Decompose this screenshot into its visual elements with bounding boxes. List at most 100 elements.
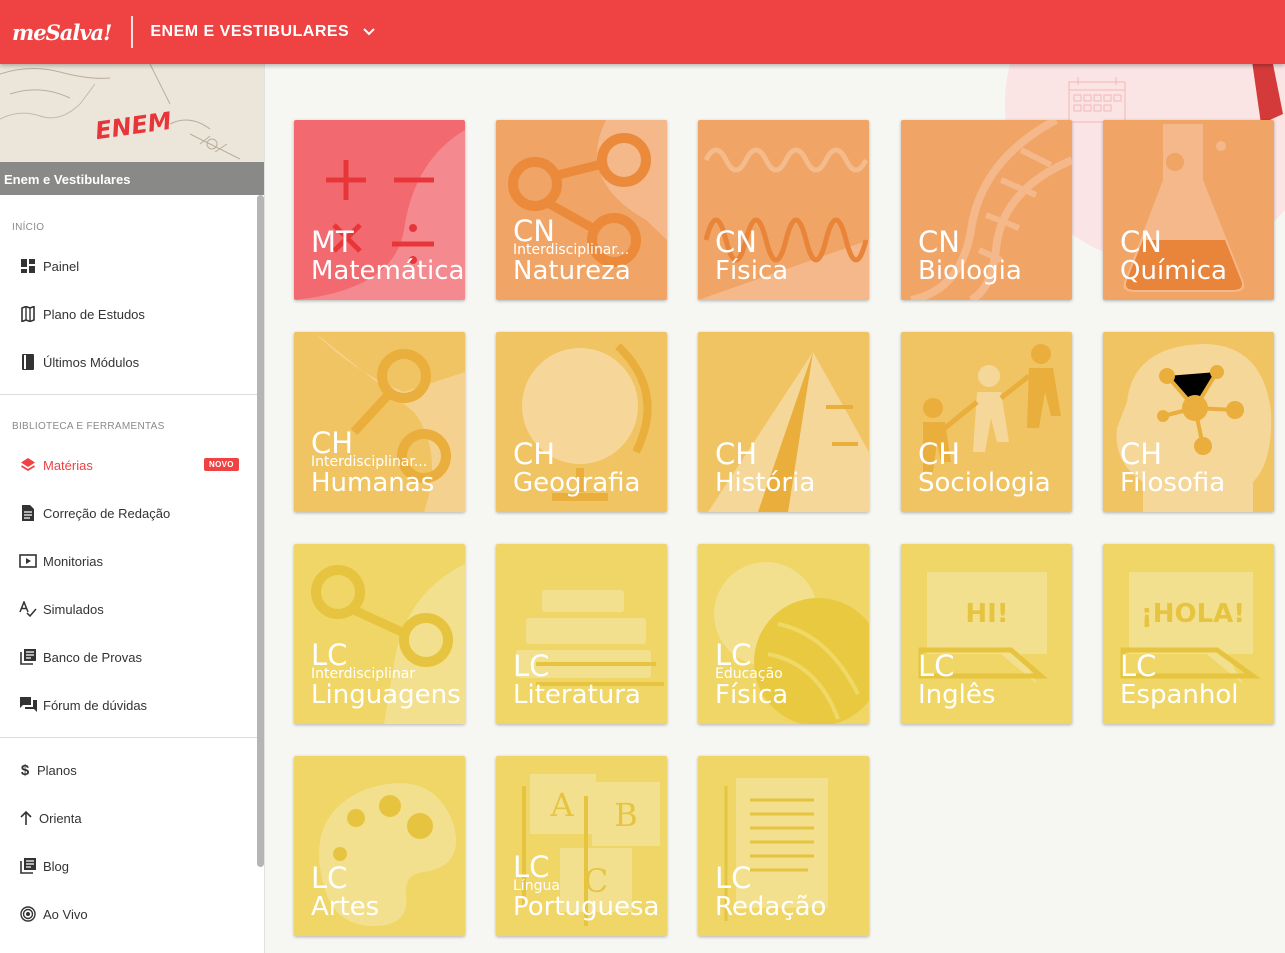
sidebar-banner[interactable]: ENEM Enem e Vestibulares <box>0 64 264 195</box>
sidebar-item-label: Últimos Módulos <box>43 354 140 370</box>
sidebar-item-label: Simulados <box>43 601 104 617</box>
subject-tile-fisica[interactable]: CN Física <box>698 120 869 300</box>
sidebar-item-label: Orienta <box>39 810 82 826</box>
sidebar: ENEM Enem e Vestibulares INÍCIO Painel P… <box>0 64 265 953</box>
tile-area-code: LC <box>311 861 348 895</box>
subject-tile-quimica[interactable]: CN Química <box>1103 120 1274 300</box>
tile-subtitle: Interdisciplinar... <box>311 455 428 469</box>
sidebar-item-orienta[interactable]: Orienta <box>0 794 264 842</box>
subject-tile-biologia[interactable]: CN Biologia <box>901 120 1072 300</box>
sidebar-item-correcao-de-redacao[interactable]: Correção de Redação <box>0 489 264 537</box>
spellcheck-icon <box>19 600 37 618</box>
sidebar-item-label: Matérias <box>43 457 93 473</box>
blog-icon <box>19 857 37 875</box>
sidebar-item-monitorias[interactable]: Monitorias <box>0 537 264 585</box>
subject-tile-espanhol[interactable]: ¡HOLA! LC Espanhol <box>1103 544 1274 724</box>
mesalva-logo[interactable]: meSalva! <box>12 20 112 45</box>
sidebar-item-ao-vivo[interactable]: Ao Vivo <box>0 890 264 938</box>
sidebar-item-materias[interactable]: Matérias NOVO <box>0 441 264 489</box>
top-app-bar: meSalva! ENEM E VESTIBULARES <box>0 0 1285 64</box>
sidebar-item-label: Fórum de dúvidas <box>43 697 148 713</box>
live-broadcast-icon <box>19 905 37 923</box>
tile-subject-name: Espanhol <box>1120 680 1239 710</box>
sidebar-item-plano-de-estudos[interactable]: Plano de Estudos <box>0 290 264 338</box>
tile-subject-name: Linguagens <box>311 680 461 710</box>
tile-area-code: CH <box>918 437 961 471</box>
sidebar-scrollbar[interactable] <box>257 195 264 867</box>
subject-tile-natureza[interactable]: CN Interdisciplinar... Natureza <box>496 120 667 300</box>
sidebar-item-planos[interactable]: $ Planos <box>0 746 264 794</box>
sidebar-item-label: Monitorias <box>43 553 103 569</box>
tile-subject-name: Biologia <box>918 256 1022 286</box>
tile-art-text: ¡HOLA! <box>1141 599 1245 629</box>
subject-tile-sociologia[interactable]: CH Sociologia <box>901 332 1072 512</box>
tile-area-code: MT <box>311 225 354 259</box>
block-letter: A <box>549 786 574 824</box>
forum-icon <box>19 696 37 714</box>
tile-subject-name: Portuguesa <box>513 892 660 922</box>
subject-tile-literatura[interactable]: LC Literatura <box>496 544 667 724</box>
subject-tile-matematica[interactable]: MT Matemática <box>294 120 465 300</box>
sidebar-item-ultimos-modulos[interactable]: Últimos Módulos <box>0 338 264 386</box>
subject-tile-artes[interactable]: LC Artes <box>294 756 465 936</box>
subject-tile-filosofia[interactable]: CH Filosofia <box>1103 332 1274 512</box>
tile-area-code: LC <box>311 638 348 672</box>
subject-tile-geografia[interactable]: CH Geografia <box>496 332 667 512</box>
tile-subject-name: Matemática <box>311 256 465 286</box>
tile-area-code: CN <box>918 225 960 259</box>
sidebar-item-label: Plano de Estudos <box>43 306 145 322</box>
tile-area-code: LC <box>918 649 955 683</box>
tile-area-code: LC <box>715 861 752 895</box>
sidebar-item-label: Ao Vivo <box>43 906 88 922</box>
library-books-icon <box>19 648 37 666</box>
tile-area-code: LC <box>715 638 752 672</box>
section-selector-label[interactable]: ENEM E VESTIBULARES <box>150 23 349 41</box>
tile-area-code: LC <box>513 649 550 683</box>
nav-section-inicio: INÍCIO <box>12 222 45 233</box>
arrow-up-icon <box>19 809 33 827</box>
tile-subject-name: Literatura <box>513 680 641 710</box>
header-divider <box>131 16 134 48</box>
tile-art-text: HI! <box>965 599 1008 629</box>
block-letter: B <box>614 796 638 834</box>
subject-tile-redacao[interactable]: LC Redação <box>698 756 869 936</box>
sidebar-item-simulados[interactable]: Simulados <box>0 585 264 633</box>
layers-icon <box>19 456 37 474</box>
tile-subtitle: Língua <box>513 879 560 893</box>
tile-subject-name: Filosofia <box>1120 468 1226 498</box>
sidebar-item-painel[interactable]: Painel <box>0 242 264 290</box>
book-icon <box>19 353 37 371</box>
tile-subject-name: Redação <box>715 892 827 922</box>
sidebar-item-forum-de-duvidas[interactable]: Fórum de dúvidas <box>0 681 264 729</box>
tile-subtitle: Interdisciplinar... <box>513 243 630 257</box>
new-badge: NOVO <box>204 458 239 471</box>
subject-tile-linguagens[interactable]: LC Interdisciplinar Linguagens <box>294 544 465 724</box>
subject-tile-ingles[interactable]: HI! LC Inglês <box>901 544 1072 724</box>
sidebar-item-label: Banco de Provas <box>43 649 143 665</box>
subject-tile-humanas[interactable]: CH Interdisciplinar... Humanas <box>294 332 465 512</box>
sidebar-item-banco-de-provas[interactable]: Banco de Provas <box>0 633 264 681</box>
sidebar-item-label: Painel <box>43 258 80 274</box>
dollar-icon: $ <box>20 761 30 779</box>
tile-area-code: LC <box>1120 649 1157 683</box>
tile-subtitle: Educação <box>715 667 783 681</box>
tile-subject-name: Inglês <box>918 680 996 710</box>
chevron-down-icon[interactable] <box>361 24 377 40</box>
sidebar-item-label: Planos <box>37 762 77 778</box>
tile-subject-name: Física <box>715 680 789 710</box>
calendar-decoration-icon <box>1068 77 1126 123</box>
tile-subject-name: História <box>715 468 816 498</box>
subject-tile-lingua-portuguesa[interactable]: A B C LC Língua Portuguesa <box>496 756 667 936</box>
subject-tile-educacao-fisica[interactable]: LC Educação Física <box>698 544 869 724</box>
tile-area-code: CN <box>513 214 555 248</box>
tile-subject-name: Humanas <box>311 468 435 498</box>
tile-subtitle: Interdisciplinar <box>311 667 416 681</box>
subject-tile-historia[interactable]: CH História <box>698 332 869 512</box>
tile-subject-name: Natureza <box>513 256 631 286</box>
sidebar-item-blog[interactable]: Blog <box>0 842 264 890</box>
nav-section-biblioteca: BIBLIOTECA E FERRAMENTAS <box>12 421 165 432</box>
tile-subject-name: Geografia <box>513 468 641 498</box>
document-icon <box>19 504 37 522</box>
tile-subject-name: Sociologia <box>918 468 1051 498</box>
tile-subject-name: Artes <box>311 892 380 922</box>
